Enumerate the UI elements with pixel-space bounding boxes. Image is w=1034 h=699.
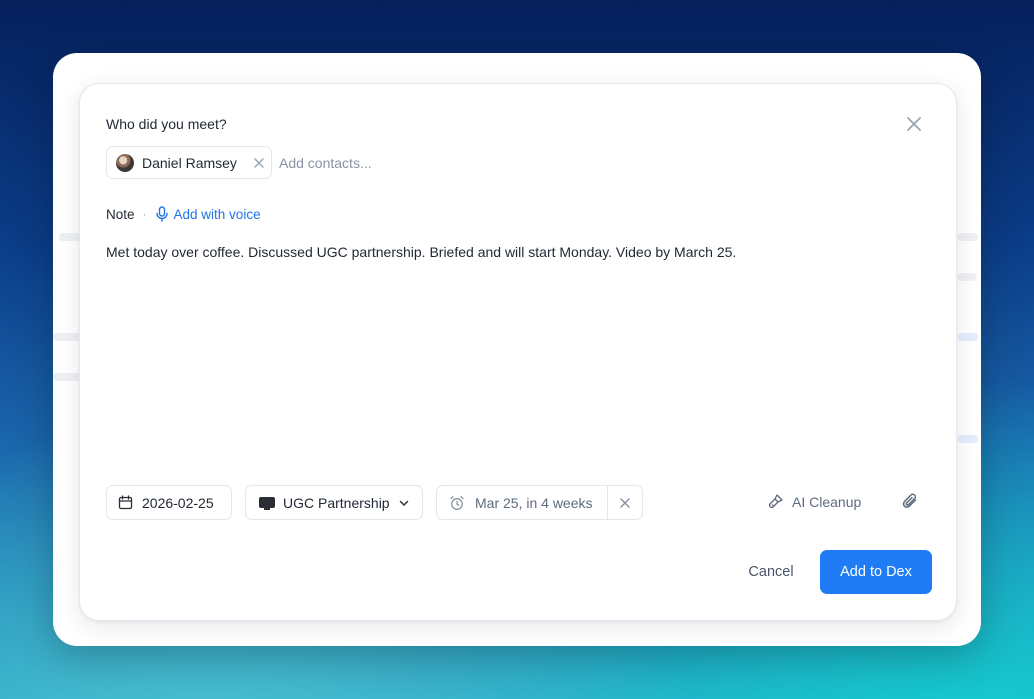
chevron-down-icon bbox=[399, 500, 408, 506]
contact-name: Daniel Ramsey bbox=[142, 154, 237, 171]
x-icon bbox=[254, 157, 264, 168]
ai-cleanup-label: AI Cleanup bbox=[792, 493, 862, 510]
microphone-icon bbox=[155, 206, 168, 222]
project-value: UGC Partnership bbox=[283, 494, 390, 511]
contact-chip: Daniel Ramsey bbox=[106, 146, 272, 179]
add-interaction-modal: Who did you meet? Daniel Ramsey Note · A… bbox=[79, 83, 957, 621]
note-textarea[interactable]: Met today over coffee. Discussed UGC par… bbox=[106, 243, 926, 261]
date-value: 2026-02-25 bbox=[142, 494, 214, 511]
note-label: Note bbox=[106, 206, 135, 222]
add-contacts-input[interactable] bbox=[279, 152, 499, 174]
reminder-value: Mar 25, in 4 weeks bbox=[475, 494, 593, 511]
paperclip-icon bbox=[902, 493, 917, 508]
reminder-button[interactable]: Mar 25, in 4 weeks bbox=[437, 486, 609, 519]
modal-question: Who did you meet? bbox=[106, 116, 227, 132]
cancel-button[interactable]: Cancel bbox=[730, 552, 812, 592]
background-placeholder bbox=[958, 273, 976, 281]
note-header: Note · Add with voice bbox=[106, 206, 261, 222]
date-picker[interactable]: 2026-02-25 bbox=[106, 485, 232, 520]
background-placeholder bbox=[958, 233, 978, 241]
remove-contact-button[interactable] bbox=[252, 156, 266, 170]
x-icon bbox=[620, 497, 630, 508]
avatar bbox=[116, 153, 134, 172]
calendar-icon bbox=[118, 495, 133, 510]
add-with-voice-label: Add with voice bbox=[173, 206, 261, 222]
close-icon bbox=[907, 117, 921, 131]
attach-file-button[interactable] bbox=[900, 491, 922, 513]
project-select[interactable]: UGC Partnership bbox=[245, 485, 423, 520]
alarm-clock-icon bbox=[450, 495, 464, 510]
close-button[interactable] bbox=[902, 112, 926, 136]
ai-cleanup-button[interactable]: AI Cleanup bbox=[767, 493, 861, 510]
add-with-voice-button[interactable]: Add with voice bbox=[155, 206, 261, 222]
add-to-dex-button[interactable]: Add to Dex bbox=[820, 550, 932, 594]
brush-icon bbox=[768, 494, 783, 509]
separator-dot: · bbox=[142, 207, 147, 221]
reminder-control: Mar 25, in 4 weeks bbox=[436, 485, 643, 520]
clear-reminder-button[interactable] bbox=[608, 486, 642, 519]
monitor-icon bbox=[259, 497, 275, 510]
background-placeholder bbox=[958, 333, 978, 341]
background-placeholder bbox=[958, 435, 978, 443]
